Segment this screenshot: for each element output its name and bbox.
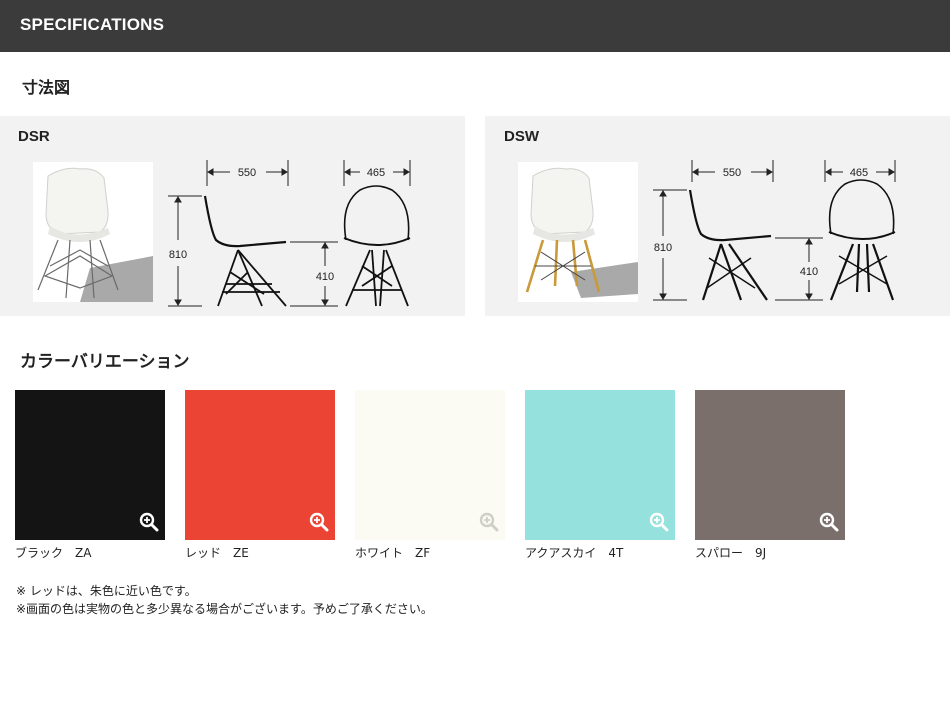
color-label: アクアスカイ 4T xyxy=(525,546,624,560)
dsw-seat-height-value: 410 xyxy=(800,266,818,278)
note-screen-color: ※画面の色は実物の色と多少異なる場合がございます。予めご了承ください。 xyxy=(16,602,433,616)
color-swatch-black[interactable] xyxy=(15,390,165,540)
color-label: ホワイト ZF xyxy=(355,546,431,560)
color-variation-heading: カラーバリエーション xyxy=(20,352,190,372)
color-swatch-item[interactable]: アクアスカイ 4T xyxy=(525,390,675,561)
dsw-side-view xyxy=(688,189,772,301)
dsr-side-view xyxy=(203,195,287,307)
color-swatch-aqua-sky[interactable] xyxy=(525,390,675,540)
zoom-icon[interactable] xyxy=(309,512,329,532)
header-bar: SPECIFICATIONS xyxy=(0,0,950,52)
color-swatch-item[interactable]: レッド ZE xyxy=(185,390,335,561)
color-label: ブラック ZA xyxy=(15,546,92,560)
dsr-width-value: 550 xyxy=(238,167,256,179)
color-label: スパロー 9J xyxy=(695,546,767,560)
zoom-icon[interactable] xyxy=(819,512,839,532)
dimensions-heading: 寸法図 xyxy=(22,78,71,97)
color-swatch-item[interactable]: ブラック ZA xyxy=(15,390,165,561)
dsw-dimension-lines xyxy=(653,160,896,301)
dsw-depth-value: 465 xyxy=(850,167,868,179)
dsw-front-view xyxy=(828,179,896,301)
dsr-chair-photo xyxy=(33,162,153,302)
color-swatch-red[interactable] xyxy=(185,390,335,540)
color-swatch-item[interactable]: ホワイト ZF xyxy=(355,390,505,561)
dimension-panel-dsw: DSW 550 465 810 410 xyxy=(485,116,950,316)
dsw-chair-photo xyxy=(518,162,638,302)
dsr-depth-value: 465 xyxy=(367,167,385,179)
dimension-panel-dsr: DSR 550 465 810 410 xyxy=(0,116,465,316)
color-swatch-sparrow[interactable] xyxy=(695,390,845,540)
color-label: レッド ZE xyxy=(185,546,249,560)
dsr-seat-height-value: 410 xyxy=(316,271,334,283)
dsr-front-view xyxy=(343,185,411,307)
zoom-icon[interactable] xyxy=(479,512,499,532)
zoom-icon[interactable] xyxy=(139,512,159,532)
dsw-height-value: 810 xyxy=(654,242,672,254)
zoom-icon[interactable] xyxy=(649,512,669,532)
dsr-height-value: 810 xyxy=(169,249,187,261)
dsw-dimension-drawing: 550 465 810 410 xyxy=(518,160,896,302)
color-swatch-white[interactable] xyxy=(355,390,505,540)
dsr-dimension-drawing: 550 465 810 410 xyxy=(33,160,411,307)
page-title: SPECIFICATIONS xyxy=(20,15,165,34)
note-red-color: ※ レッドは、朱色に近い色です。 xyxy=(16,584,197,598)
color-swatch-item[interactable]: スパロー 9J xyxy=(695,390,845,561)
dsw-width-value: 550 xyxy=(723,167,741,179)
